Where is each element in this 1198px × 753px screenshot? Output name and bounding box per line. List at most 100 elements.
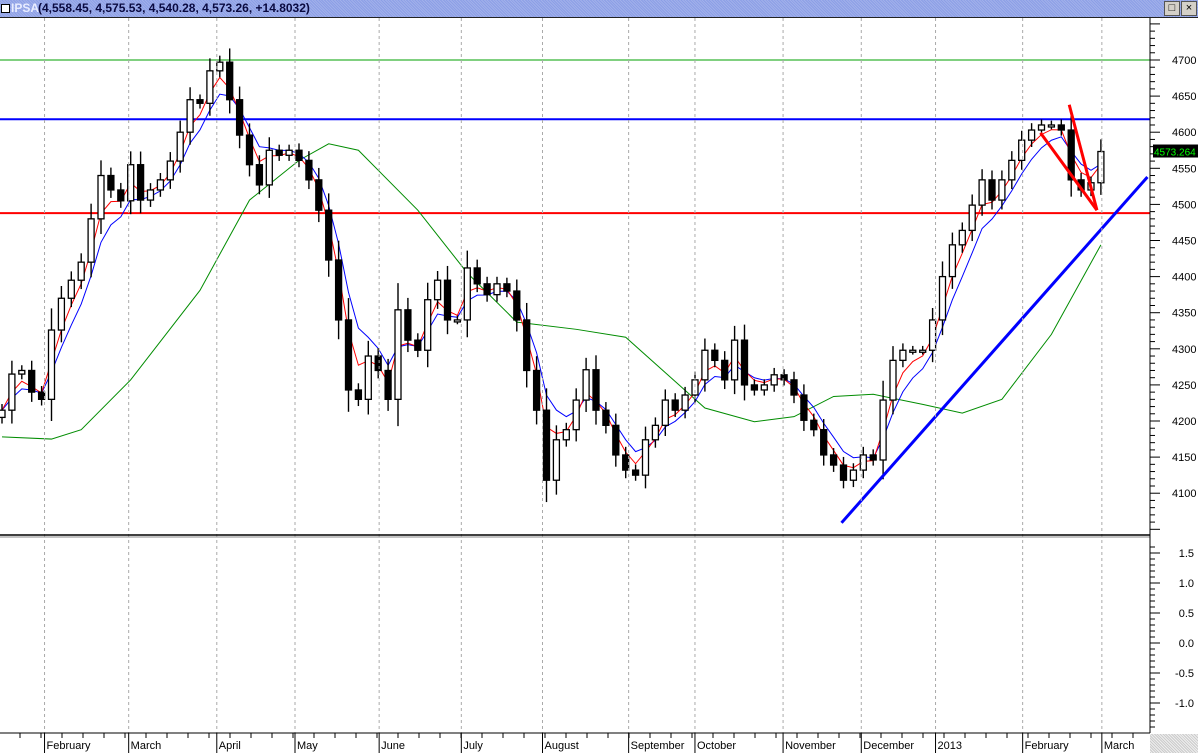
candle (523, 302, 531, 388)
candle-body (730, 339, 739, 381)
candle-body (146, 189, 155, 201)
candle-body (820, 429, 828, 456)
candle-body (295, 149, 303, 162)
candle-body (216, 61, 224, 72)
candle (899, 343, 907, 368)
candle (790, 371, 798, 404)
candle-body (958, 229, 966, 246)
candle-body (651, 424, 660, 441)
candle-body (998, 179, 1006, 201)
candle-body (354, 389, 363, 401)
candle (285, 144, 293, 161)
month-label: March (1104, 740, 1135, 752)
candle-body (77, 261, 85, 281)
candle (919, 345, 927, 355)
candle (265, 137, 273, 198)
y-tick-label: 4500 (1172, 199, 1196, 211)
candle-body (156, 179, 165, 191)
candle-body (67, 279, 75, 299)
month-label: April (219, 740, 241, 752)
y-tick-label: 4200 (1172, 416, 1196, 428)
candle (8, 360, 16, 424)
candle (18, 365, 26, 380)
month-label: February (47, 740, 92, 752)
lower-y-tick-label: -1.0 (1175, 698, 1194, 710)
candle (57, 285, 66, 343)
candle-body (612, 424, 620, 456)
candle-body (503, 283, 511, 292)
candle (711, 343, 719, 368)
candle-body (235, 99, 244, 136)
candle-body (572, 399, 580, 431)
candle-body (740, 339, 749, 386)
month-label: 2013 (938, 740, 962, 752)
candle-body (552, 439, 561, 481)
last-price-label: 4573.264 (1154, 148, 1196, 159)
candle-body (513, 290, 521, 321)
candle (582, 357, 590, 412)
candle-body (334, 259, 343, 321)
candle-body (18, 369, 26, 375)
candle-body (800, 394, 808, 421)
candle (424, 282, 432, 368)
month-label: August (545, 740, 579, 752)
candle (641, 426, 650, 489)
candle (414, 333, 422, 358)
candle (235, 86, 244, 149)
candle-body (1097, 150, 1105, 184)
candle (67, 271, 75, 308)
candle (938, 261, 947, 336)
candle (1027, 123, 1036, 148)
candle-body (532, 369, 541, 411)
y-tick-label: 4150 (1172, 452, 1196, 464)
candle-body (948, 244, 957, 278)
candle (117, 182, 125, 208)
ma-mid-line (1, 93, 1102, 459)
month-label: May (297, 740, 318, 752)
candle-body (839, 464, 848, 481)
candle (730, 325, 739, 395)
candle-body (671, 399, 679, 411)
candle (750, 379, 759, 396)
candle-body (374, 355, 382, 372)
month-label: June (381, 740, 405, 752)
y-tick-label: 4250 (1172, 380, 1196, 392)
candle (87, 203, 95, 278)
candle (503, 277, 511, 298)
candle (800, 384, 808, 431)
candle (463, 250, 471, 338)
candle (988, 170, 996, 210)
candle (146, 183, 155, 207)
candle-body (245, 134, 254, 166)
candle (721, 351, 729, 390)
candle (493, 276, 501, 302)
candle-body (681, 394, 689, 411)
candle-body (404, 309, 412, 341)
price-chart[interactable]: February March April May June July August Septe… (0, 0, 1198, 753)
candle-body (523, 319, 531, 372)
candle (325, 193, 333, 277)
month-label: October (697, 740, 736, 752)
candle-body (255, 164, 264, 186)
candle (740, 324, 749, 401)
candle-body (226, 61, 234, 101)
candle (394, 283, 402, 427)
candle (829, 448, 838, 472)
y-tick-label: 4600 (1172, 127, 1196, 139)
candle (305, 151, 313, 190)
candle-body (305, 159, 313, 181)
candle-body (988, 179, 996, 201)
candle-body (87, 218, 95, 263)
candle-body (919, 349, 927, 353)
candle (602, 402, 610, 434)
candle-body (829, 454, 838, 466)
candle (47, 308, 56, 422)
candle-body (1018, 139, 1026, 162)
candle-body (1057, 124, 1065, 131)
candle-body (750, 384, 759, 391)
candle (136, 151, 145, 214)
candle (295, 143, 303, 168)
month-label: February (1025, 740, 1070, 752)
y-tick-label: 4450 (1172, 236, 1196, 248)
candle (216, 55, 224, 78)
